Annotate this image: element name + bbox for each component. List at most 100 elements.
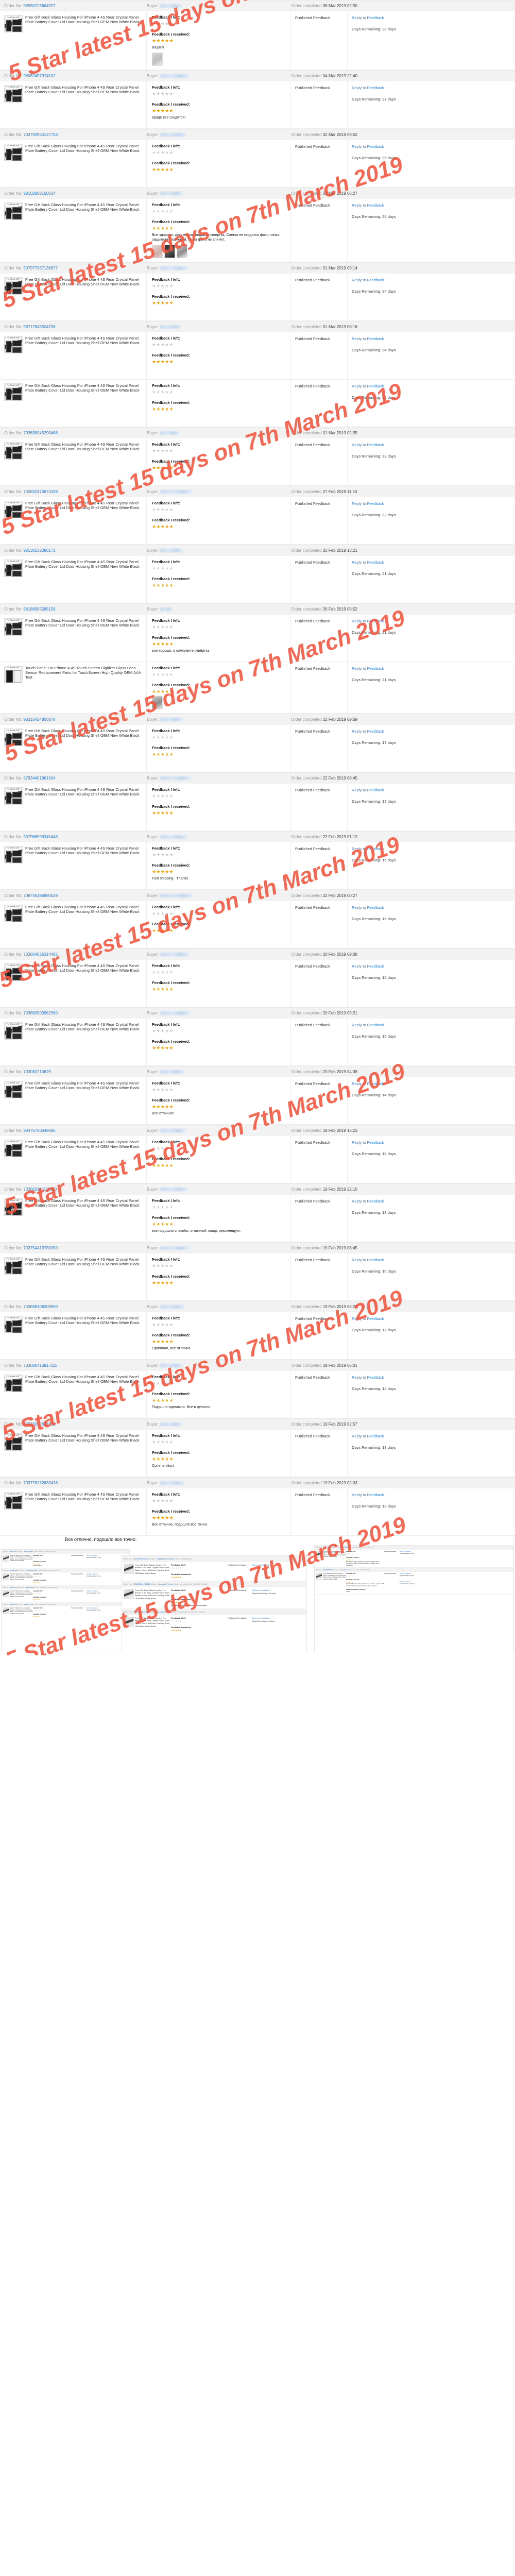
reply-to-feedback-link[interactable]: Reply to Feedback (352, 144, 384, 149)
order-no-value[interactable]: 98475700648695 (23, 1128, 55, 1133)
product-title[interactable]: Free Gift Back Glass Housing For iPhone … (25, 85, 142, 125)
reply-to-feedback-link[interactable]: Reply to Feedback (352, 1434, 384, 1438)
product-title[interactable]: Free Gift Back Glass Housing For iPhone … (25, 963, 142, 1003)
product-thumbnail-icon[interactable]: For iPhone 4 4S (4, 665, 23, 683)
product-title[interactable]: Free Gift Back Glass Housing For iPhone … (25, 442, 142, 482)
reply-to-feedback-link[interactable]: Reply to Feedback (352, 86, 384, 90)
product-title[interactable]: Free Gift Back Glass Housing For iPhone … (25, 905, 142, 944)
order-no-value[interactable]: 703082210629 (23, 1070, 50, 1074)
reply-to-feedback-link[interactable]: Reply to Feedback (352, 1023, 384, 1027)
order-no-value[interactable]: 703832473674339 (23, 489, 58, 494)
product-thumbnail-icon[interactable]: For iPhone 4 4S (4, 1139, 23, 1157)
order-no-value[interactable]: 703664035314482 (23, 952, 58, 957)
product-thumbnail-icon[interactable]: For iPhone 4 4S (4, 1198, 23, 1216)
product-thumbnail-icon[interactable]: For iPhone 4 4S (4, 1492, 23, 1510)
order-no-value[interactable]: 98130232086172 (23, 548, 55, 553)
order-no-value[interactable]: 703683503962960 (23, 1011, 58, 1015)
reply-to-feedback-link[interactable]: Reply to Feedback (352, 1493, 384, 1497)
order-no-value[interactable]: 703680413917111 (23, 1363, 57, 1368)
feedback-image[interactable] (152, 52, 163, 66)
product-title[interactable]: Free Gift Back Glass Housing For iPhone … (25, 787, 142, 827)
reply-to-feedback-link[interactable]: Reply to Feedback (352, 384, 384, 388)
reply-to-feedback-link[interactable]: Reply to Feedback (352, 788, 384, 792)
order-no-value[interactable]: 708746196980629 (23, 893, 58, 898)
product-thumbnail-icon[interactable]: For iPhone 4 4S (4, 1374, 23, 1392)
order-no-value[interactable]: 703638945290468 (23, 431, 58, 435)
product-thumbnail-icon[interactable]: For iPhone 4 4S (4, 202, 23, 220)
order-no-value[interactable]: 98188985585158 (23, 607, 55, 612)
product-thumbnail-icon[interactable]: For iPhone 4 4S (4, 963, 23, 981)
order-no-value[interactable]: 507977967136677 (23, 266, 58, 270)
product-thumbnail-icon[interactable]: For iPhone 4 4S (4, 500, 23, 518)
product-thumbnail-icon[interactable]: For iPhone 4 4S (4, 1257, 23, 1275)
order-no-value[interactable]: 703754419780050 (23, 1246, 58, 1250)
product-thumbnail-icon[interactable]: For iPhone 4 4S (4, 442, 23, 460)
product-title[interactable]: Free Gift Back Glass Housing For iPhone … (25, 846, 142, 886)
reply-to-feedback-link[interactable]: Reply to Feedback (352, 729, 384, 734)
order-no-value[interactable]: 703698108209950 (23, 1304, 58, 1309)
product-title[interactable]: Free Gift Back Glass Housing For iPhone … (25, 144, 142, 183)
product-title[interactable]: Free Gift Back Glass Housing For iPhone … (25, 336, 142, 376)
reply-to-feedback-link[interactable]: Reply to Feedback (352, 1375, 384, 1380)
reply-to-feedback-link[interactable]: Reply to Feedback (352, 964, 384, 969)
reply-to-feedback-link[interactable]: Reply to Feedback (352, 619, 384, 623)
product-title[interactable]: Touch Panel For iPhone 4 4S Touch Screen… (25, 666, 142, 709)
product-title[interactable]: Free Gift Back Glass Housing For iPhone … (25, 501, 142, 540)
product-title[interactable]: Free Gift Back Glass Housing For iPhone … (25, 1316, 142, 1355)
product-title[interactable]: Free Gift Back Glass Housing For iPhone … (25, 1022, 142, 1062)
product-title[interactable]: Free Gift Back Glass Housing For iPhone … (25, 383, 142, 423)
product-thumbnail-icon[interactable]: For iPhone 4 4S (4, 845, 23, 863)
feedback-image[interactable] (152, 696, 163, 709)
product-thumbnail-icon[interactable]: For iPhone 4 4S (4, 84, 23, 103)
order-no-value[interactable]: 98580223664927 (23, 4, 55, 8)
product-title[interactable]: Free Gift Back Glass Housing For iPhone … (25, 277, 142, 317)
product-thumbnail-icon[interactable]: For iPhone 4 4S (4, 904, 23, 922)
order-no-value[interactable]: 507986599345448 (23, 835, 58, 839)
product-title[interactable]: Free Gift Back Glass Housing For iPhone … (25, 560, 142, 599)
order-no-value[interactable]: 97834401961004 (23, 776, 55, 781)
product-thumbnail-icon[interactable]: For iPhone 4 4S (4, 787, 23, 805)
order-no-value[interactable]: 98315424806878 (23, 717, 55, 722)
product-title[interactable]: Free Gift Back Glass Housing For iPhone … (25, 202, 142, 258)
reply-to-feedback-link[interactable]: Reply to Feedback (352, 443, 384, 447)
product-thumbnail-icon[interactable]: For iPhone 4 4S (4, 728, 23, 746)
order-no-value[interactable]: 98102808150014 (23, 191, 55, 196)
product-thumbnail-icon[interactable]: For iPhone 4 4S (4, 559, 23, 577)
reply-to-feedback-link[interactable]: Reply to Feedback (352, 1258, 384, 1262)
product-title[interactable]: Free Gift Back Glass Housing For iPhone … (25, 1492, 142, 1532)
product-title[interactable]: Free Gift Back Glass Housing For iPhone … (25, 1257, 142, 1297)
reply-to-feedback-link[interactable]: Reply to Feedback (352, 203, 384, 208)
reply-to-feedback-link[interactable]: Reply to Feedback (352, 336, 384, 341)
feedback-image[interactable] (152, 244, 163, 258)
product-thumbnail-icon[interactable]: For iPhone 4 4S (4, 618, 23, 636)
feedback-image[interactable] (164, 244, 175, 258)
product-title[interactable]: Free Gift Back Glass Housing For iPhone … (25, 728, 142, 768)
reply-to-feedback-link[interactable]: Reply to Feedback (352, 666, 384, 671)
product-title[interactable]: Free Gift Back Glass Housing For iPhone … (25, 1433, 142, 1473)
reply-to-feedback-link[interactable]: Reply to Feedback (352, 1081, 384, 1086)
product-thumbnail-icon[interactable]: For iPhone 4 4S (4, 143, 23, 161)
reply-to-feedback-link[interactable]: Reply to Feedback (352, 501, 384, 506)
feedback-image[interactable] (177, 244, 187, 258)
product-thumbnail-icon[interactable]: For iPhone 4 4S (4, 1315, 23, 1333)
order-no-value[interactable]: 703663118111950 (23, 1187, 57, 1192)
reply-to-feedback-link[interactable]: Reply to Feedback (352, 846, 384, 851)
reply-to-feedback-link[interactable]: Reply to Feedback (352, 278, 384, 282)
reply-to-feedback-link[interactable]: Reply to Feedback (352, 560, 384, 565)
order-no-value[interactable]: 97946292681021 (23, 1422, 55, 1427)
product-title[interactable]: Free Gift Back Glass Housing For iPhone … (25, 1140, 142, 1179)
product-thumbnail-icon[interactable]: For iPhone 4 4S (4, 277, 23, 295)
product-thumbnail-icon[interactable]: For iPhone 4 4S (4, 383, 23, 401)
product-title[interactable]: Free Gift Back Glass Housing For iPhone … (25, 1198, 142, 1238)
product-title[interactable]: Free Gift Back Glass Housing For iPhone … (25, 1081, 142, 1121)
order-no-value[interactable]: 703778232633416 (23, 1481, 58, 1485)
reply-to-feedback-link[interactable]: Reply to Feedback (352, 1316, 384, 1321)
reply-to-feedback-link[interactable]: Reply to Feedback (352, 905, 384, 910)
order-no-value[interactable]: 98062457974102 (23, 74, 55, 78)
product-thumbnail-icon[interactable]: For iPhone 4 4S (4, 335, 23, 353)
order-no-value[interactable]: 98717845504706 (23, 325, 55, 329)
reply-to-feedback-link[interactable]: Reply to Feedback (352, 1140, 384, 1145)
product-title[interactable]: Free Gift Back Glass Housing For iPhone … (25, 15, 142, 66)
product-title[interactable]: Free Gift Back Glass Housing For iPhone … (25, 1375, 142, 1414)
product-thumbnail-icon[interactable]: For iPhone 4 4S (4, 1022, 23, 1040)
